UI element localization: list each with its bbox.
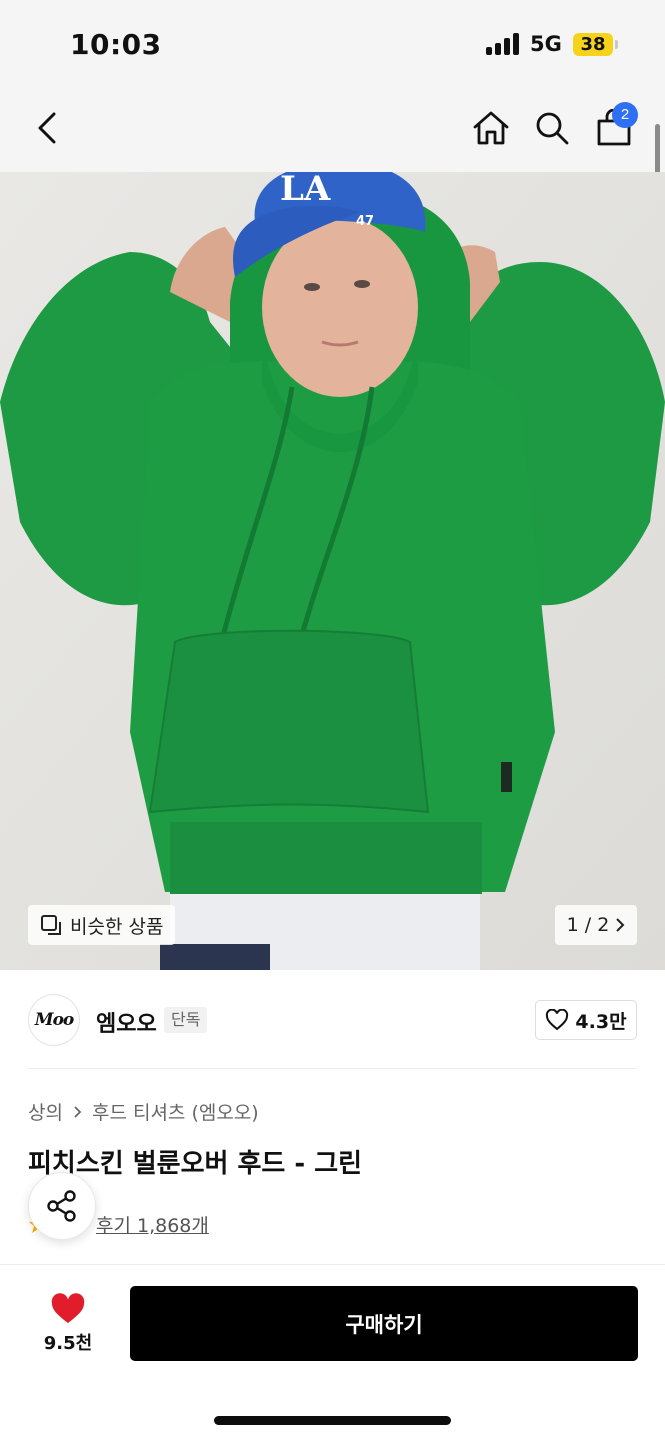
image-page-indicator[interactable]: 1 / 2: [555, 905, 637, 945]
exclusive-badge: 단독: [164, 1007, 208, 1033]
battery-icon: 38: [573, 33, 613, 56]
brand-logo[interactable]: Moo: [28, 994, 80, 1046]
share-button[interactable]: [28, 1172, 96, 1240]
brand-name[interactable]: 엠오오: [96, 1006, 157, 1038]
page-indicator-text: 1 / 2: [566, 914, 610, 936]
nav-bar: [0, 90, 665, 172]
wishlist-count: 9.5천: [43, 1333, 93, 1354]
divider: [28, 1068, 637, 1069]
buy-button[interactable]: 구매하기: [130, 1286, 638, 1361]
signal-icon: [486, 33, 522, 55]
battery-tip: [615, 40, 618, 49]
brand-like-button[interactable]: 4.3만: [535, 1000, 637, 1040]
brand-like-count: 4.3만: [575, 1010, 627, 1033]
home-indicator: [214, 1416, 451, 1425]
search-button[interactable]: [526, 102, 578, 154]
heart-outline-icon: [546, 1009, 569, 1031]
breadcrumb: 상의 후드 티셔츠 (엠오오): [28, 1098, 259, 1125]
svg-text:47: 47: [356, 214, 374, 229]
product-title: 피치스킨 벌룬오버 후드 - 그린: [28, 1149, 363, 1179]
home-icon: [473, 111, 509, 145]
product-photo: LA 47: [0, 172, 665, 970]
cart-badge: 2: [612, 102, 638, 128]
breadcrumb-subcategory[interactable]: 후드 티셔츠 (엠오오): [92, 1098, 259, 1125]
back-button[interactable]: [22, 102, 74, 154]
share-icon: [47, 1190, 76, 1222]
similar-products-button[interactable]: 비슷한 상품: [28, 905, 176, 945]
heart-filled-icon: [51, 1293, 85, 1323]
network-type: 5G: [530, 32, 562, 56]
wishlist-button[interactable]: 9.5천: [30, 1286, 106, 1362]
chevron-right-icon: [616, 918, 625, 932]
product-image[interactable]: LA 47: [0, 172, 665, 970]
search-icon: [536, 112, 569, 145]
review-link[interactable]: 후기 1,868개: [96, 1211, 209, 1238]
status-bar: 10:03 5G 38: [0, 0, 665, 90]
brand-logo-text: Moo: [34, 1010, 74, 1030]
similar-products-icon: [41, 915, 61, 935]
home-button[interactable]: [465, 102, 517, 154]
breadcrumb-category[interactable]: 상의: [28, 1098, 63, 1125]
status-time: 10:03: [70, 28, 162, 61]
svg-text:LA: LA: [280, 172, 331, 209]
back-icon: [38, 112, 56, 144]
similar-products-label: 비슷한 상품: [70, 915, 164, 938]
chevron-right-icon: [74, 1105, 82, 1118]
battery-level: 38: [580, 34, 606, 55]
